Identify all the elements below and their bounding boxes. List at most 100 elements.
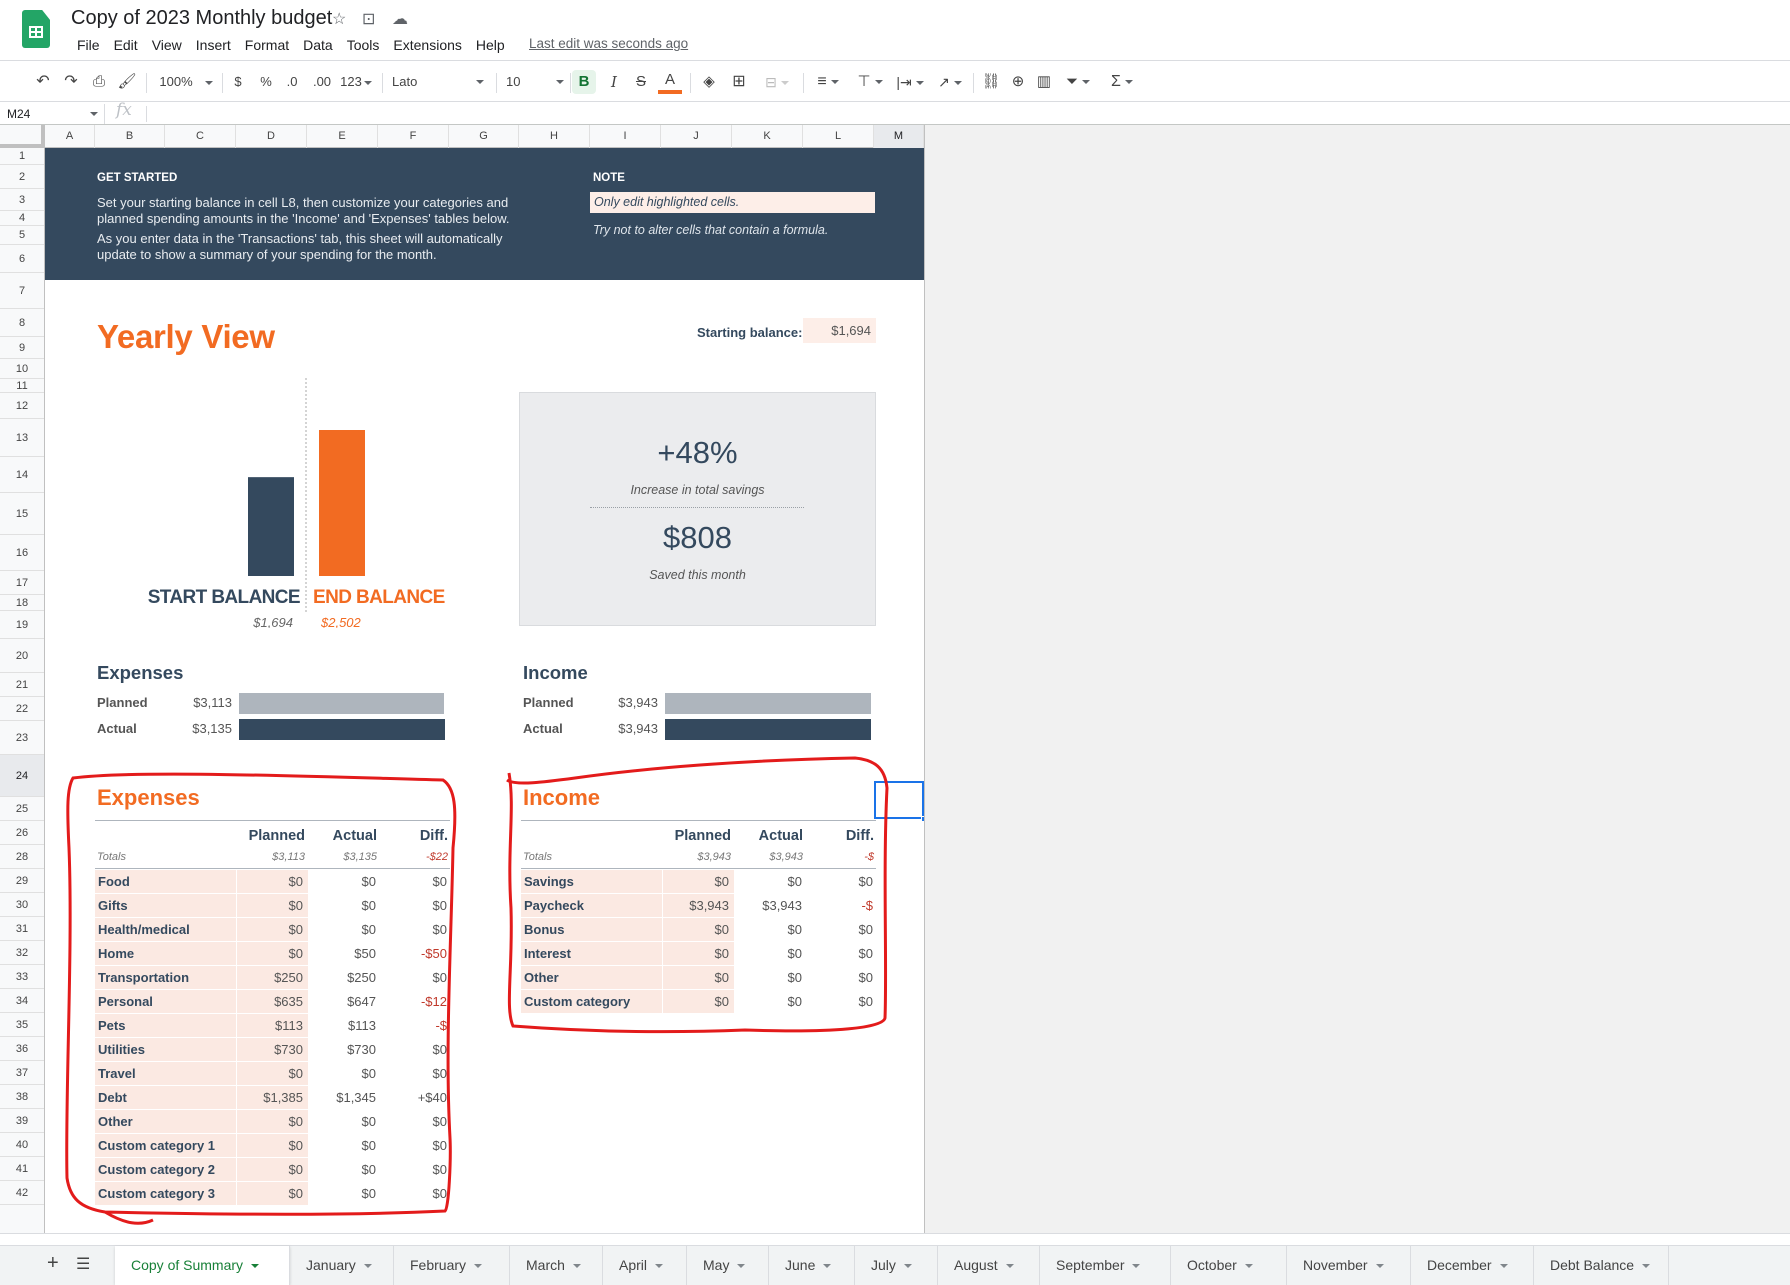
row-header-6[interactable]: 6 [0,245,44,273]
column-header-d[interactable]: D [236,125,307,148]
row-header-28[interactable]: 28 [0,845,44,869]
selected-cell-m24[interactable] [874,781,924,819]
name-box[interactable]: M24 [7,104,97,124]
income-category-name-cell[interactable]: Paycheck [521,894,662,917]
row-header-40[interactable]: 40 [0,1133,44,1157]
expenses-category-name-cell[interactable]: Other [95,1110,236,1133]
horizontal-align-icon[interactable]: ≡ [810,70,846,94]
sheet-tab-debt-balance[interactable]: Debt Balance [1534,1246,1669,1285]
more-formats-select[interactable]: 123 [338,70,374,94]
fill-handle[interactable] [921,816,924,822]
column-header-k[interactable]: K [732,125,803,148]
row-header-41[interactable]: 41 [0,1157,44,1181]
sheet-tab-october[interactable]: October [1171,1246,1287,1285]
insert-link-icon[interactable]: ⛓ [979,70,1003,94]
row-header-42[interactable]: 42 [0,1181,44,1205]
row-header-5[interactable]: 5 [0,226,44,245]
chevron-down-icon[interactable] [1642,1264,1651,1269]
row-header-11[interactable]: 11 [0,379,44,393]
row-header-18[interactable]: 18 [0,595,44,611]
last-edit-link[interactable]: Last edit was seconds ago [529,36,688,51]
expenses-planned-cell[interactable]: $1,385 [237,1086,308,1109]
row-header-38[interactable]: 38 [0,1085,44,1109]
column-header-c[interactable]: C [165,125,236,148]
income-planned-cell[interactable]: $0 [663,918,734,941]
menu-help[interactable]: Help [469,35,512,55]
decrease-decimal-button[interactable]: .0 [280,70,304,94]
chevron-down-icon[interactable] [90,112,98,116]
sheet-tab-april[interactable]: April [603,1246,687,1285]
expenses-planned-cell[interactable]: $0 [237,1182,308,1205]
expenses-planned-cell[interactable]: $0 [237,918,308,941]
note-highlighted-cell[interactable]: Only edit highlighted cells. [590,192,875,213]
expenses-planned-cell[interactable]: $730 [237,1038,308,1061]
column-header-h[interactable]: H [519,125,590,148]
chevron-down-icon[interactable] [1132,1264,1141,1269]
strikethrough-button[interactable]: S [630,70,652,94]
sheet-tab-february[interactable]: February [394,1246,510,1285]
row-header-26[interactable]: 26 [0,821,44,845]
row-header-25[interactable]: 25 [0,797,44,821]
font-size-select[interactable]: 10 [506,70,568,94]
menu-extensions[interactable]: Extensions [386,35,468,55]
row-header-14[interactable]: 14 [0,457,44,493]
select-all-corner[interactable] [0,125,45,148]
row-header-24[interactable]: 24 [0,755,44,797]
expenses-category-name-cell[interactable]: Custom category 1 [95,1134,236,1157]
sheet-tab-copy-of-summary[interactable]: Copy of Summary [115,1246,290,1285]
all-sheets-menu-icon[interactable]: ☰ [76,1254,90,1274]
menu-data[interactable]: Data [296,35,340,55]
income-planned-cell[interactable]: $0 [663,966,734,989]
fill-color-icon[interactable]: ◈ [697,70,721,94]
row-header-35[interactable]: 35 [0,1013,44,1037]
expenses-category-name-cell[interactable]: Transportation [95,966,236,989]
text-rotation-icon[interactable]: ↗ [932,70,968,94]
chevron-down-icon[interactable] [823,1264,832,1269]
expenses-planned-cell[interactable]: $250 [237,966,308,989]
paint-format-icon[interactable]: 🖌 [116,70,138,94]
menu-format[interactable]: Format [238,35,296,55]
column-header-g[interactable]: G [449,125,519,148]
row-header-34[interactable]: 34 [0,989,44,1013]
row-header-4[interactable]: 4 [0,211,44,226]
income-planned-cell[interactable]: $3,943 [663,894,734,917]
expenses-planned-cell[interactable]: $0 [237,894,308,917]
italic-button[interactable]: I [603,70,625,94]
expenses-category-name-cell[interactable]: Home [95,942,236,965]
expenses-category-name-cell[interactable]: Travel [95,1062,236,1085]
row-header-8[interactable]: 8 [0,309,44,337]
print-icon[interactable]: ⎙ [88,70,110,94]
row-header-39[interactable]: 39 [0,1109,44,1133]
income-planned-cell[interactable]: $0 [663,870,734,893]
expenses-planned-cell[interactable]: $0 [237,870,308,893]
merge-cells-icon[interactable]: ⊟ [757,70,797,94]
row-header-31[interactable]: 31 [0,917,44,941]
expenses-planned-cell[interactable]: $0 [237,1062,308,1085]
column-header-f[interactable]: F [378,125,449,148]
currency-format-button[interactable]: $ [228,70,248,94]
vertical-align-icon[interactable]: ⊤ [852,70,888,94]
sheet-tab-september[interactable]: September [1040,1246,1171,1285]
chevron-down-icon[interactable] [251,1264,260,1269]
expenses-planned-cell[interactable]: $0 [237,1158,308,1181]
menu-file[interactable]: File [70,35,107,55]
chevron-down-icon[interactable] [1375,1264,1384,1269]
chevron-down-icon[interactable] [655,1264,664,1269]
expenses-planned-cell[interactable]: $635 [237,990,308,1013]
row-header-20[interactable]: 20 [0,639,44,673]
row-header-12[interactable]: 12 [0,393,44,419]
insert-chart-icon[interactable]: ▥ [1032,70,1056,94]
row-header-29[interactable]: 29 [0,869,44,893]
income-category-name-cell[interactable]: Bonus [521,918,662,941]
chevron-down-icon[interactable] [737,1264,746,1269]
row-header-22[interactable]: 22 [0,697,44,721]
menu-edit[interactable]: Edit [107,35,145,55]
menu-view[interactable]: View [145,35,189,55]
column-header-j[interactable]: J [661,125,732,148]
column-header-m[interactable]: M [874,125,924,148]
chevron-down-icon[interactable] [1244,1264,1253,1269]
income-planned-cell[interactable]: $0 [663,990,734,1013]
row-header-1[interactable]: 1 [0,148,44,165]
functions-icon[interactable]: Σ [1104,70,1140,94]
percent-format-button[interactable]: % [256,70,276,94]
